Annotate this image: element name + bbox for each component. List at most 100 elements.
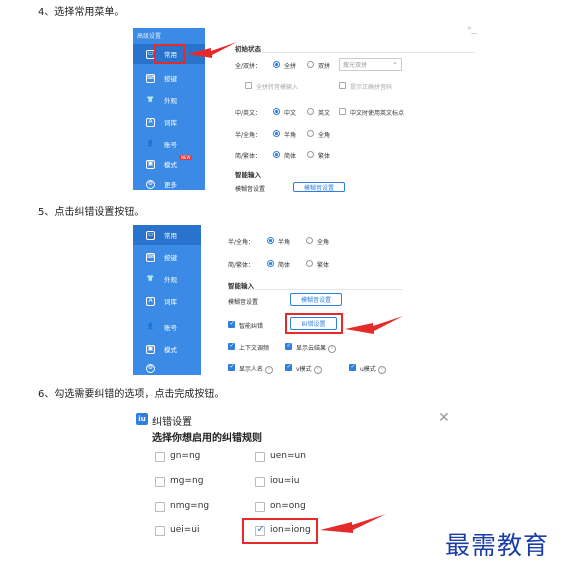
checkbox-names[interactable]	[228, 363, 235, 371]
sidebar-item-keys[interactable]: ⌨ 按键	[133, 68, 205, 88]
sidebar-item-label: 按键	[164, 75, 177, 83]
mode-icon: ▣	[146, 344, 155, 354]
sidebar-item-more[interactable]: ⚙ 更多	[133, 174, 205, 194]
screenshot-settings-2: ▭ 常用 ⌨ 按键 👕 外观 A 词库 👤 账号 ▣ 模式 ⚙ 半/全角： 半角	[133, 225, 410, 375]
checkbox-smart-correct[interactable]	[228, 320, 235, 328]
radio-quanpin-label: 全拼	[284, 63, 297, 70]
sidebar-item-appearance[interactable]: 👕 外观	[133, 269, 201, 289]
highlight-box-common	[154, 44, 185, 64]
dictionary-icon: A	[146, 296, 155, 306]
option-label: uei=ui	[170, 525, 200, 535]
settings-panel: 半/全角： 半角 全角 简/繁体： 简体 繁体 智能输入 模糊音设置 模糊音设置…	[201, 225, 410, 375]
radio-half-width-label: 半角	[284, 132, 297, 139]
highlight-box-correction	[285, 313, 343, 334]
radio-shuangpin[interactable]	[307, 61, 314, 68]
new-badge: NEW	[179, 155, 193, 160]
sidebar-item-account[interactable]: 👤 账号	[133, 134, 205, 154]
gear-icon: ⚙	[146, 179, 155, 189]
option-checkbox-gn-ng[interactable]	[155, 452, 165, 462]
window-title: 高级设置	[137, 33, 162, 40]
sidebar-item-mode[interactable]: ▣ 模式 NEW	[133, 154, 205, 174]
fuzzy-settings-button[interactable]: 模糊音设置	[293, 182, 345, 192]
checkbox-show-scheme[interactable]	[339, 82, 346, 89]
sidebar-item-keys[interactable]: ⌨ 按键	[133, 247, 201, 267]
radio-half-width[interactable]	[267, 237, 274, 244]
mode-icon: ▣	[146, 159, 155, 169]
radio-chinese-label: 中文	[284, 110, 297, 117]
sidebar-item-mode[interactable]: ▣ 模式	[133, 339, 201, 359]
radio-quanpin[interactable]	[273, 61, 280, 68]
help-icon[interactable]: ?	[377, 365, 386, 374]
checkbox-vmode[interactable]	[285, 363, 292, 371]
help-icon[interactable]: ?	[328, 344, 337, 353]
checkbox-umode[interactable]	[349, 363, 356, 371]
checkbox-cloud-text: 显示云结果	[296, 345, 327, 352]
help-icon[interactable]: ?	[313, 365, 322, 374]
radio-traditional-label: 繁体	[318, 153, 331, 160]
option-checkbox-uei-ui[interactable]	[155, 526, 165, 536]
settings-panel: — ✕ 初始状态 全/双拼： 全拼 双拼 搜光双拼 全拼转音模输入 提示正确拼音…	[205, 25, 478, 193]
sidebar-item-more[interactable]: ⚙	[133, 361, 201, 375]
cn-en-label: 中/英文：	[235, 110, 262, 117]
arrow-icon	[345, 316, 403, 334]
radio-traditional-label: 繁体	[317, 262, 330, 269]
option-checkbox-uen-un[interactable]	[255, 452, 265, 462]
highlight-box-ion-iong	[242, 518, 318, 544]
divider	[235, 52, 475, 53]
gear-icon: ⚙	[146, 363, 155, 373]
sidebar-item-label: 模式	[164, 161, 177, 169]
radio-traditional[interactable]	[307, 151, 314, 158]
simp-trad-label: 简/繁体：	[228, 262, 255, 269]
sidebar-item-dictionary[interactable]: A 词库	[133, 112, 205, 132]
radio-full-width-label: 全角	[318, 132, 331, 139]
user-icon: 👤	[146, 323, 155, 330]
radio-english[interactable]	[307, 108, 314, 115]
width-label: 半/全角：	[228, 239, 255, 246]
shuangpin-scheme-select[interactable]: 搜光双拼	[339, 58, 402, 71]
radio-chinese[interactable]	[273, 108, 280, 115]
sidebar-item-label: 词库	[164, 119, 177, 127]
radio-simplified[interactable]	[267, 260, 274, 267]
section-smart-title: 智能输入	[235, 171, 261, 179]
sidebar-item-label: 账号	[164, 324, 177, 332]
radio-traditional[interactable]	[306, 260, 313, 267]
radio-full-width-label: 全角	[317, 239, 330, 246]
checkbox-quanpin-fuzzy-label: 全拼转音模输入	[256, 84, 299, 91]
checkbox-cn-en-punct[interactable]	[339, 108, 346, 115]
quan-shuang-label: 全/双拼：	[235, 63, 262, 70]
checkbox-smart-correct-label: 智能纠错	[239, 323, 264, 330]
watermark-text: 最需教育	[445, 531, 550, 560]
sidebar-item-account[interactable]: 👤 账号	[133, 317, 201, 337]
sidebar-item-label: 模式	[164, 346, 177, 354]
app-logo-icon: iu	[136, 413, 148, 425]
checkbox-umode-label: u模式?	[360, 364, 386, 374]
dictionary-icon: A	[146, 117, 155, 127]
option-checkbox-mg-ng[interactable]	[155, 477, 165, 487]
radio-half-width[interactable]	[273, 130, 280, 137]
sidebar-item-label: 外观	[164, 97, 177, 105]
option-checkbox-iou-iu[interactable]	[255, 477, 265, 487]
radio-full-width[interactable]	[306, 237, 313, 244]
sidebar-item-dictionary[interactable]: A 词库	[133, 291, 201, 311]
radio-half-width-label: 半角	[278, 239, 291, 246]
option-label: on=ong	[270, 501, 306, 511]
screenshot-settings-1: 高级设置 ▭ 常用 ⌨ 按键 👕 外观 A 词库 👤 账号 ▣ 模式 NEW ⚙…	[133, 25, 478, 193]
checkbox-context[interactable]	[228, 342, 235, 350]
fuzzy-label: 模糊音设置	[228, 299, 259, 306]
option-checkbox-on-ong[interactable]	[255, 502, 265, 512]
close-icon[interactable]: ✕	[438, 410, 450, 426]
close-icon[interactable]: ✕	[467, 25, 472, 32]
simp-trad-label: 简/繁体：	[235, 153, 262, 160]
step-4-text: 4、选择常用菜单。	[38, 7, 125, 18]
sidebar-item-common[interactable]: ▭ 常用	[133, 225, 201, 245]
option-checkbox-nmg-ng[interactable]	[155, 502, 165, 512]
keyboard-icon: ⌨	[146, 252, 155, 262]
checkbox-quanpin-fuzzy[interactable]	[245, 82, 252, 89]
help-icon[interactable]: ?	[265, 365, 274, 374]
fuzzy-settings-button[interactable]: 模糊音设置	[290, 293, 342, 306]
checkbox-cloud[interactable]	[285, 342, 292, 350]
radio-full-width[interactable]	[307, 130, 314, 137]
radio-simplified[interactable]	[273, 151, 280, 158]
sidebar-item-appearance[interactable]: 👕 外观	[133, 90, 205, 110]
sidebar-item-label: 常用	[164, 232, 177, 240]
